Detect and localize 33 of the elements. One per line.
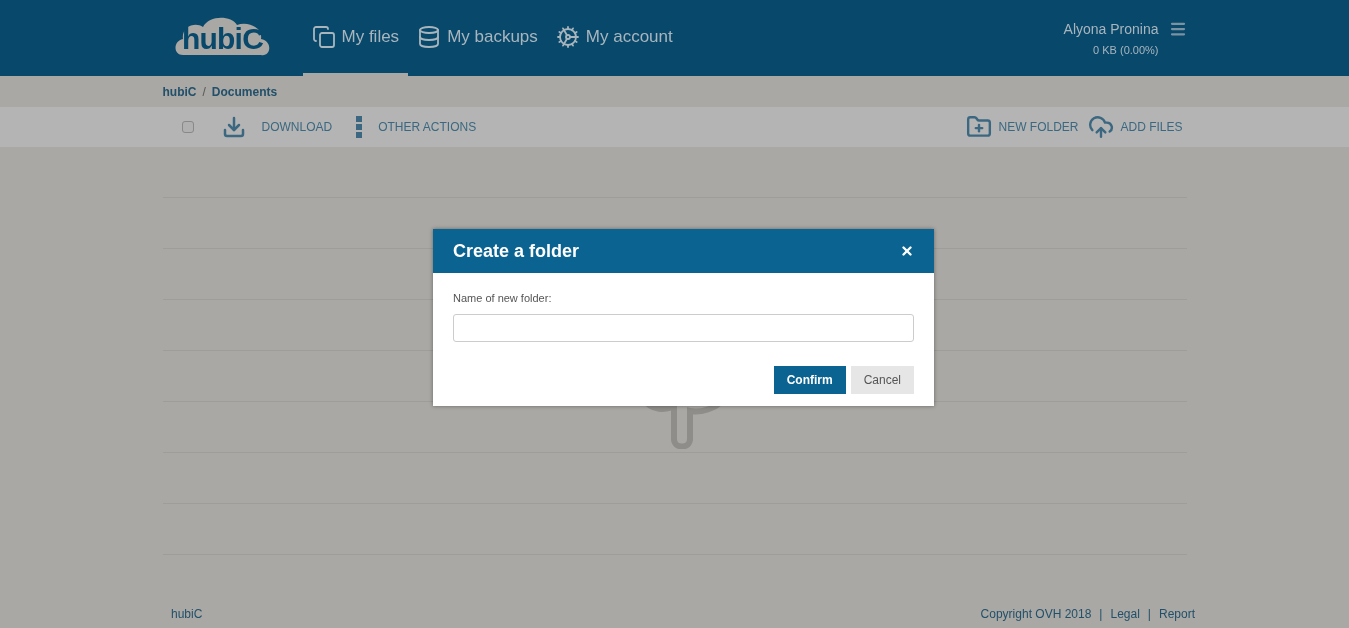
gear-icon bbox=[555, 24, 580, 49]
footer-brand[interactable]: hubiC bbox=[171, 605, 203, 623]
copyright-text: Copyright OVH 2018 bbox=[980, 606, 1092, 623]
folder-name-input[interactable] bbox=[453, 313, 914, 342]
select-all-checkbox[interactable] bbox=[181, 121, 194, 133]
toolbar-action[interactable]: OTHER ACTIONS bbox=[356, 116, 477, 138]
breadcrumb-link[interactable]: Documents bbox=[211, 82, 278, 101]
nav-tab[interactable]: My backups bbox=[408, 0, 547, 76]
toolbar-action[interactable]: ADD FILES bbox=[1088, 114, 1183, 140]
breadcrumb-link[interactable]: hubiC bbox=[162, 82, 197, 101]
menu-icon[interactable] bbox=[1168, 20, 1187, 38]
download-icon bbox=[221, 115, 246, 139]
storage-quota: 0 KB (0.00%) bbox=[1093, 43, 1159, 58]
footer-link[interactable]: Legal bbox=[1110, 605, 1140, 623]
user-name: Alyona Pronina bbox=[1063, 20, 1159, 39]
vertical-dots-icon bbox=[356, 116, 363, 138]
cancel-button[interactable]: Cancel bbox=[850, 365, 914, 394]
footer-link[interactable]: Report bbox=[1158, 605, 1195, 623]
dialog-title: Create a folder bbox=[453, 239, 580, 263]
toolbar-action[interactable]: DOWNLOAD bbox=[221, 115, 333, 139]
nav-tab[interactable]: My files bbox=[302, 0, 409, 76]
nav-tab[interactable]: My account bbox=[546, 0, 682, 76]
close-icon[interactable] bbox=[900, 244, 914, 258]
cloud-upload-icon bbox=[1088, 114, 1115, 140]
files-icon bbox=[311, 24, 336, 49]
separator: | bbox=[1147, 606, 1151, 623]
toolbar-action[interactable]: NEW FOLDER bbox=[966, 114, 1079, 140]
confirm-button[interactable]: Confirm bbox=[773, 365, 846, 394]
field-label: Name of new folder: bbox=[453, 291, 553, 306]
folder-plus-icon bbox=[966, 114, 993, 140]
database-icon bbox=[417, 24, 442, 49]
breadcrumb-separator: / bbox=[202, 83, 206, 101]
separator: | bbox=[1099, 606, 1103, 623]
